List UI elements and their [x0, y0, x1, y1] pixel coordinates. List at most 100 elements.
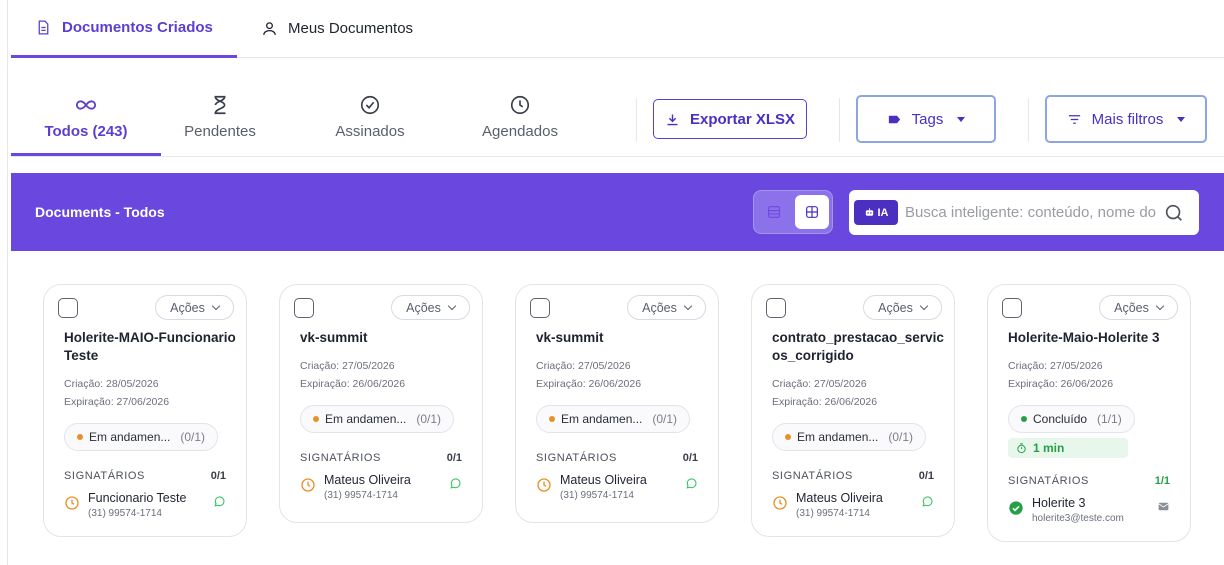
whatsapp-icon[interactable]: [213, 495, 226, 508]
status-dot: [549, 416, 555, 422]
caret-down-icon: [957, 116, 966, 122]
whatsapp-icon[interactable]: [449, 477, 462, 490]
chevron-down-icon: [1155, 301, 1165, 310]
signers-label: SIGNATÁRIOS: [64, 470, 145, 482]
check-circle-icon: [1009, 501, 1023, 515]
grid-view-button[interactable]: [795, 195, 829, 229]
status-text: Em andamen...: [561, 412, 643, 426]
status-count: (0/1): [652, 412, 678, 426]
filter-tab-todos[interactable]: Todos (243): [11, 94, 161, 156]
document-card[interactable]: Ações vk-summit Criação: 27/05/2026 Expi…: [515, 284, 719, 523]
filter-tab-assinados[interactable]: Assinados: [295, 94, 445, 156]
divider: [839, 98, 840, 142]
ia-badge[interactable]: IA: [854, 200, 898, 225]
status-text: Concluído: [1033, 412, 1088, 426]
chevron-down-icon: [683, 301, 693, 310]
document-card[interactable]: Ações Holerite-Maio-Holerite 3 Criação: …: [987, 284, 1191, 542]
document-title: Holerite-MAIO-Funcionario Teste: [64, 330, 236, 363]
signer-name: Mateus Oliveira: [324, 473, 411, 487]
status-text: Em andamen...: [89, 430, 171, 444]
card-checkbox[interactable]: [530, 298, 550, 318]
status-text: Em andamen...: [325, 412, 407, 426]
signers-count: 0/1: [682, 452, 698, 464]
list-view-button[interactable]: [757, 195, 791, 229]
status-count: (0/1): [416, 412, 442, 426]
clock-icon: [65, 496, 79, 510]
document-card[interactable]: Ações Holerite-MAIO-Funcionario Teste Cr…: [43, 284, 247, 537]
actions-dropdown[interactable]: Ações: [155, 295, 234, 320]
signer-name: Mateus Oliveira: [560, 473, 647, 487]
actions-label: Ações: [170, 300, 205, 315]
signer-contact: (31) 99574-1714: [324, 490, 398, 501]
chevron-down-icon: [211, 301, 221, 310]
tag-icon: [888, 115, 900, 123]
expiration-date: Expiração: 27/06/2026: [64, 396, 170, 408]
actions-dropdown[interactable]: Ações: [863, 295, 942, 320]
list-view-icon: [768, 206, 780, 218]
expiration-date: Expiração: 26/06/2026: [536, 378, 642, 390]
documents-banner: Documents - Todos IA: [11, 173, 1224, 251]
duration-badge: 1 min: [1008, 438, 1128, 458]
chevron-down-icon: [447, 301, 457, 310]
signers-label: SIGNATÁRIOS: [772, 470, 853, 482]
user-icon: [263, 22, 276, 35]
document-card[interactable]: Ações vk-summit Criação: 27/05/2026 Expi…: [279, 284, 483, 523]
status-badge: Em andamen... (0/1): [64, 423, 219, 451]
tags-dropdown[interactable]: Tags: [856, 95, 996, 143]
card-checkbox[interactable]: [1002, 298, 1022, 318]
button-label: Mais filtros: [1091, 110, 1164, 128]
left-border: [7, 0, 8, 565]
actions-dropdown[interactable]: Ações: [627, 295, 706, 320]
button-label: Exportar XLSX: [689, 110, 796, 128]
document-title: vk-summit: [300, 330, 368, 345]
expiration-date: Expiração: 26/06/2026: [772, 396, 878, 408]
view-toggle: [753, 190, 833, 234]
document-card[interactable]: Ações contrato_prestacao_servicos_corrig…: [751, 284, 955, 537]
divider: [636, 98, 637, 142]
card-checkbox[interactable]: [294, 298, 314, 318]
top-tabs: Documentos Criados Meus Documentos: [11, 0, 1224, 58]
status-badge: Em andamen... (0/1): [772, 423, 927, 451]
divider: [1028, 98, 1029, 142]
created-date: Criação: 27/05/2026: [1008, 360, 1103, 372]
whatsapp-icon[interactable]: [921, 495, 934, 508]
clock-icon: [301, 478, 315, 492]
filter-tab-agendados[interactable]: Agendados: [445, 94, 595, 156]
actions-dropdown[interactable]: Ações: [1099, 295, 1178, 320]
signer-name: Funcionario Teste: [88, 491, 187, 505]
signer-name: Mateus Oliveira: [796, 491, 883, 505]
signer-contact: (31) 99574-1714: [560, 490, 634, 501]
whatsapp-icon[interactable]: [685, 477, 698, 490]
export-xlsx-button[interactable]: Exportar XLSX: [653, 99, 807, 139]
tab-label: Documentos Criados: [62, 19, 213, 36]
actions-dropdown[interactable]: Ações: [391, 295, 470, 320]
actions-label: Ações: [878, 300, 913, 315]
signer-contact: (31) 99574-1714: [88, 508, 162, 519]
status-dot: [785, 434, 791, 440]
actions-label: Ações: [1114, 300, 1149, 315]
status-count: (0/1): [180, 430, 206, 444]
infinity-icon: [75, 100, 97, 110]
filter-tab-pendentes[interactable]: Pendentes: [145, 94, 295, 156]
search-icon[interactable]: [1163, 202, 1185, 224]
smart-search-box: IA: [849, 190, 1199, 235]
status-count: (0/1): [888, 430, 914, 444]
signers-count: 0/1: [918, 470, 934, 482]
status-text: Em andamen...: [797, 430, 879, 444]
clock-icon: [537, 478, 551, 492]
status-badge: Concluído (1/1): [1008, 405, 1135, 433]
button-label: Tags: [911, 110, 944, 128]
signers-count: 0/1: [446, 452, 462, 464]
card-checkbox[interactable]: [766, 298, 786, 318]
more-filters-dropdown[interactable]: Mais filtros: [1045, 95, 1207, 143]
signers-label: SIGNATÁRIOS: [1008, 475, 1089, 487]
mail-icon[interactable]: [1157, 500, 1170, 513]
search-input[interactable]: [905, 200, 1160, 225]
card-checkbox[interactable]: [58, 298, 78, 318]
filter-icon: [1068, 114, 1080, 124]
tab-documentos-criados[interactable]: Documentos Criados: [11, 0, 237, 58]
document-title: Holerite-Maio-Holerite 3: [1008, 330, 1160, 345]
tab-meus-documentos[interactable]: Meus Documentos: [261, 0, 413, 57]
created-date: Criação: 27/05/2026: [536, 360, 631, 372]
document-title: vk-summit: [536, 330, 604, 345]
